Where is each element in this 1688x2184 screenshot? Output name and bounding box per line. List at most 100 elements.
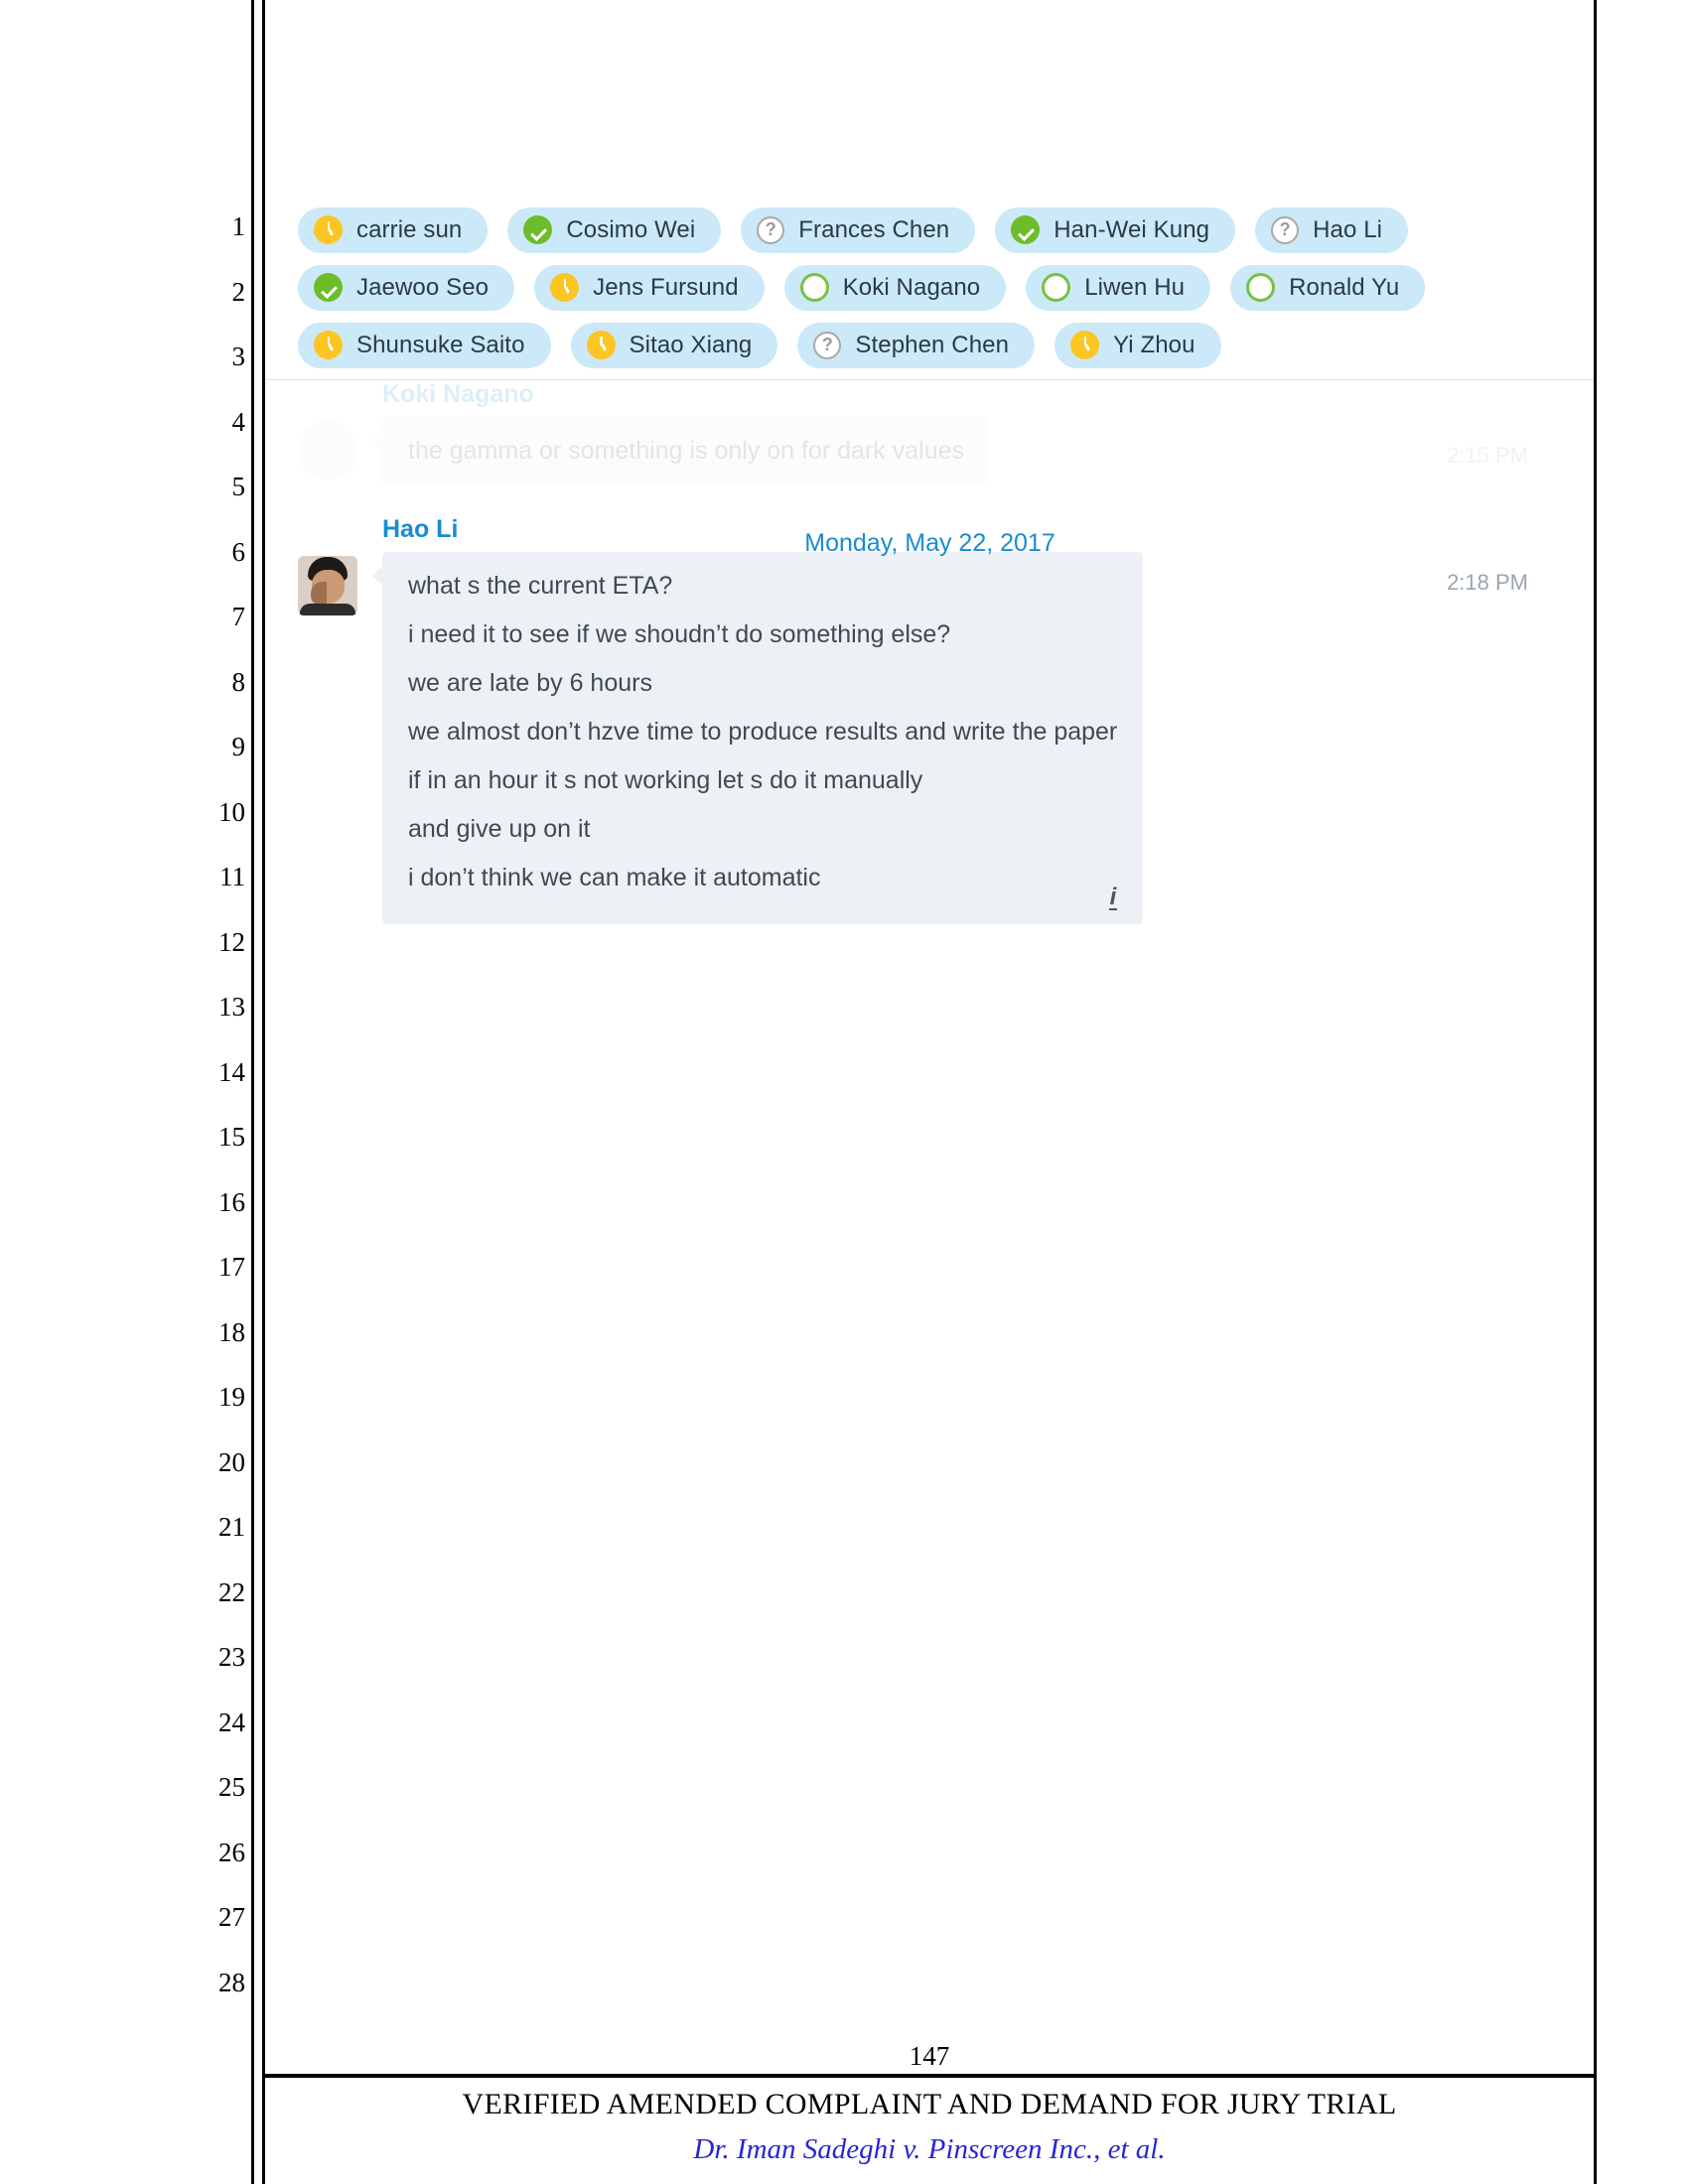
line-number: 12 — [218, 926, 245, 957]
line-number: 25 — [218, 1772, 245, 1802]
participant-name: Cosimo Wei — [566, 215, 696, 243]
participant-name: Jens Fursund — [593, 273, 739, 301]
message-bubble: what s the current ETA? i need it to see … — [370, 552, 1144, 924]
participant-chip[interactable]: Han-Wei Kung — [995, 206, 1236, 253]
participant-name: Han-Wei Kung — [1054, 215, 1210, 243]
line-number: 2 — [231, 276, 246, 307]
avatar — [298, 421, 357, 480]
line-number: 22 — [218, 1576, 245, 1607]
participant-chip-row: carrie sun Cosimo Wei Frances Chen Han-Wei … — [298, 206, 1562, 253]
participant-name: Shunsuke Saito — [356, 331, 525, 358]
line-number: 3 — [231, 341, 246, 371]
message-time: 2:18 PM — [1447, 570, 1528, 595]
faded-message-bubble: the gamma or something is only on for da… — [371, 417, 990, 485]
participant-name: Sitao Xiang — [629, 331, 753, 358]
line-number: 16 — [218, 1186, 245, 1217]
participant-name: Jaewoo Seo — [356, 273, 490, 301]
participant-name: Ronald Yu — [1289, 273, 1400, 301]
clock-icon — [586, 331, 616, 359]
message-line: we are late by 6 hours — [408, 669, 652, 697]
faded-message-text: the gamma or something is only on for da… — [408, 437, 964, 465]
participant-name: Hao Li — [1313, 215, 1383, 243]
message-line: if in an hour it s not working let s do … — [408, 766, 923, 794]
margin-rule-inner — [262, 0, 265, 2184]
participant-chip-row: Shunsuke Saito Sitao Xiang Stephen Chen Yi … — [298, 322, 1562, 368]
line-number: 10 — [218, 796, 245, 827]
participant-chip-list: carrie sun Cosimo Wei Frances Chen Han-Wei … — [266, 195, 1594, 368]
participant-chip[interactable]: Yi Zhou — [1055, 322, 1221, 368]
line-number: 27 — [218, 1902, 245, 1932]
footer-title: VERIFIED AMENDED COMPLAINT AND DEMAND FO… — [462, 2088, 1397, 2120]
check-circle-icon — [523, 215, 553, 244]
chat-screenshot: carrie sun Cosimo Wei Frances Chen Han-Wei … — [266, 195, 1594, 1019]
line-number: 6 — [231, 536, 246, 567]
line-number: 7 — [231, 602, 246, 631]
participant-name: Stephen Chen — [855, 331, 1010, 358]
message-line: we almost don’t hzve time to produce res… — [408, 718, 1118, 746]
participant-chip[interactable]: Frances Chen — [741, 206, 976, 253]
participant-chip[interactable]: Jens Fursund — [534, 264, 765, 311]
hao-li-message: Hao Li what s the current ETA? i need it … — [298, 515, 1562, 924]
check-circle-icon — [314, 273, 343, 302]
participant-name: Yi Zhou — [1113, 331, 1196, 358]
participant-chip[interactable]: Shunsuke Saito — [298, 322, 551, 368]
line-number: 19 — [218, 1382, 245, 1412]
participant-name: Frances Chen — [798, 215, 950, 243]
line-number: 24 — [218, 1706, 245, 1737]
clock-icon — [550, 273, 580, 302]
question-circle-icon — [757, 215, 785, 244]
participant-chip[interactable]: Liwen Hu — [1026, 264, 1211, 311]
line-number: 13 — [218, 992, 245, 1022]
pleading-page: 1 2 3 4 5 6 7 8 9 10 11 12 13 14 15 16 17 18 19 20 21 22 23 24 2… — [0, 0, 1688, 2184]
clock-icon — [1070, 331, 1100, 359]
line-number: 1 — [231, 211, 246, 241]
participant-chip[interactable]: Stephen Chen — [797, 322, 1036, 368]
line-number: 28 — [218, 1967, 245, 1997]
participant-chip[interactable]: carrie sun — [298, 206, 489, 253]
message-line: i don’t think we can make it automatic — [408, 864, 821, 891]
margin-rule-right — [1594, 0, 1597, 2184]
line-number: 26 — [218, 1837, 245, 1867]
circle-outline-icon — [1042, 273, 1071, 302]
line-number: 15 — [218, 1122, 245, 1152]
participant-name: Koki Nagano — [842, 273, 981, 301]
line-number: 8 — [231, 666, 246, 697]
participant-chip[interactable]: Cosimo Wei — [507, 206, 722, 253]
margin-rule-outer — [251, 0, 254, 2184]
faded-message: Koki Nagano the gamma or something is on… — [298, 380, 1562, 485]
message-area: Koki Nagano the gamma or something is on… — [266, 380, 1594, 924]
line-number: 17 — [218, 1252, 245, 1282]
line-number-column: 1 2 3 4 5 6 7 8 9 10 11 12 13 14 15 16 17 18 19 20 21 22 23 24 2… — [194, 195, 245, 2015]
question-circle-icon — [813, 331, 842, 359]
participant-chip[interactable]: Sitao Xiang — [570, 322, 778, 368]
message-line: and give up on it — [408, 815, 591, 843]
participant-chip[interactable]: Ronald Yu — [1230, 264, 1426, 311]
participant-name: carrie sun — [356, 215, 463, 243]
faded-message-row: the gamma or something is only on for da… — [298, 417, 1562, 485]
line-number: 23 — [218, 1642, 245, 1672]
line-number: 20 — [218, 1446, 245, 1477]
participant-chip[interactable]: Hao Li — [1255, 206, 1409, 253]
edit-pencil-icon[interactable]: i — [1108, 886, 1118, 910]
question-circle-icon — [1271, 215, 1300, 244]
message-line: what s the current ETA? — [408, 572, 673, 600]
line-number: 5 — [231, 472, 246, 501]
line-number: 18 — [218, 1316, 245, 1347]
participant-chip-row: Jaewoo Seo Jens Fursund Koki Nagano Liwen H… — [298, 264, 1562, 311]
line-number: 14 — [218, 1056, 245, 1087]
circle-outline-icon — [799, 273, 829, 302]
circle-outline-icon — [1246, 273, 1276, 302]
participant-chip[interactable]: Jaewoo Seo — [298, 264, 515, 311]
participant-name: Liwen Hu — [1084, 273, 1186, 301]
line-number: 11 — [219, 862, 245, 891]
date-separator: Monday, May 22, 2017 — [804, 529, 1055, 557]
message-row: what s the current ETA? i need it to see … — [298, 552, 1562, 924]
line-number: 4 — [231, 406, 246, 437]
faded-message-sender: Koki Nagano — [382, 380, 534, 408]
line-number: 9 — [231, 732, 246, 761]
message-line: i need it to see if we shoudn’t do somet… — [408, 620, 951, 648]
line-number: 21 — [218, 1512, 245, 1542]
participant-chip[interactable]: Koki Nagano — [783, 264, 1007, 311]
page-footer: 147 VERIFIED AMENDED COMPLAINT AND DEMAN… — [262, 2041, 1597, 2184]
clock-icon — [314, 215, 343, 244]
